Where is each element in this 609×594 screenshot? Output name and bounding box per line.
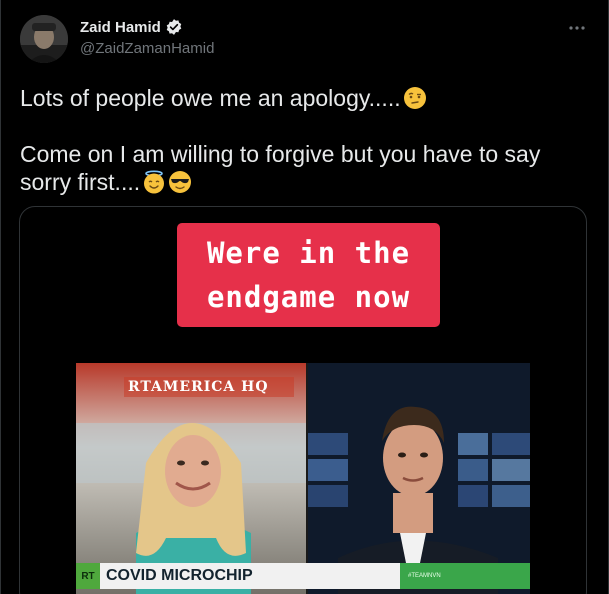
video-caption-line-1: Were in the xyxy=(206,236,411,270)
rt-logo: RT xyxy=(76,563,100,589)
handle[interactable]: @ZaidZamanHamid xyxy=(80,40,214,57)
video-media-card[interactable]: Were in the endgame now RTAMERICA HQ RT … xyxy=(19,206,587,594)
video-caption-line-2: endgame now xyxy=(206,280,411,314)
tweet-text-line-3: sorry first.... xyxy=(20,168,590,196)
video-left-panel: RTAMERICA HQ xyxy=(76,363,306,594)
news-lower-third: RT COVID MICROCHIP #TEAMNVN xyxy=(76,563,530,589)
smiling-face-with-halo-icon xyxy=(144,170,165,194)
video-right-panel xyxy=(308,363,530,594)
more-options-icon xyxy=(569,26,585,30)
tweet-text-line-1: Lots of people owe me an apology..... xyxy=(20,84,590,112)
avatar[interactable] xyxy=(20,15,68,63)
tweet-text-line-2: Come on I am willing to forgive but you … xyxy=(20,141,541,167)
presenter-right-image xyxy=(308,363,530,594)
smiling-face-with-sunglasses-icon xyxy=(169,171,192,193)
channel-label: RTAMERICA HQ xyxy=(124,377,294,397)
tweet-text-line-3-content: sorry first.... xyxy=(20,169,141,195)
chyron-tag: #TEAMNVN xyxy=(400,563,530,589)
avatar-photo-icon xyxy=(20,15,68,63)
author-name-row[interactable]: Zaid Hamid xyxy=(80,18,183,36)
tweet-text-line-1-content: Lots of people owe me an apology..... xyxy=(20,85,401,111)
tweet-text: Lots of people owe me an apology..... Co… xyxy=(20,84,590,196)
display-name[interactable]: Zaid Hamid xyxy=(80,19,161,36)
news-chyron: COVID MICROCHIP xyxy=(100,563,400,589)
verified-badge-icon xyxy=(166,19,182,35)
thinking-face-raised-eyebrow-icon xyxy=(403,87,426,109)
presenter-left-image xyxy=(76,363,306,594)
more-options-button[interactable] xyxy=(567,18,587,38)
tweet[interactable]: Zaid Hamid @ZaidZamanHamid Lots of peopl… xyxy=(0,0,609,594)
video-caption-box: Were in the endgame now xyxy=(177,223,440,327)
video-frame[interactable]: RTAMERICA HQ RT COVID MICROCHIP #TEAMNVN xyxy=(76,363,530,594)
